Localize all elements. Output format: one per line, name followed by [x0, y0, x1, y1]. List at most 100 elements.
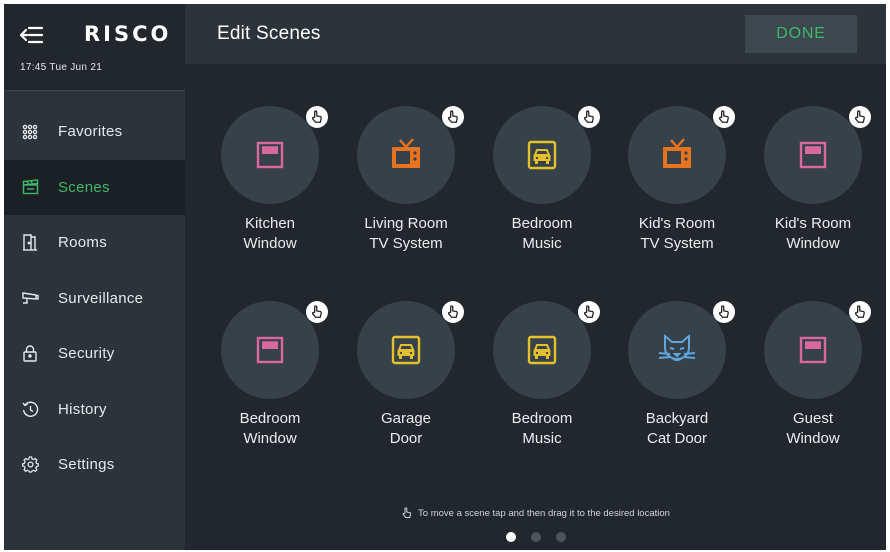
drag-handle-icon[interactable]: [713, 301, 735, 323]
scene-name: Kid's Room TV System: [608, 214, 746, 254]
scene-name-line: Living Room: [364, 215, 448, 232]
scene-tile[interactable]: Bedroom Window: [201, 259, 337, 447]
camera-icon: [21, 289, 39, 307]
edit-scenes-screen: RISCO 17:45 Tue Jun 21 Favorites Scenes …: [4, 4, 886, 550]
grid-icon: [21, 123, 39, 141]
hand-pointer-icon: [401, 507, 413, 519]
car-icon: [390, 334, 422, 366]
scene-name: Guest Window: [744, 409, 882, 449]
scene-icon-circle[interactable]: [357, 301, 455, 399]
scene-name-line: Bedroom: [511, 410, 573, 427]
tv-icon: [659, 137, 695, 173]
scene-name: Living Room TV System: [337, 214, 475, 254]
sidebar-item-scenes[interactable]: Scenes: [4, 159, 185, 215]
page-title: Edit Scenes: [217, 23, 321, 44]
sidebar-item-history[interactable]: History: [4, 382, 185, 438]
car-icon: [526, 334, 558, 366]
scene-name: Kitchen Window: [201, 214, 339, 254]
scene-icon-circle[interactable]: [764, 106, 862, 204]
lock-icon: [21, 345, 39, 363]
scene-tile[interactable]: Kid's Room TV System: [608, 64, 744, 252]
scene-tile[interactable]: Kitchen Window: [201, 64, 337, 252]
scene-name: Kid's Room Window: [744, 214, 882, 254]
page-dot[interactable]: [505, 532, 516, 542]
drag-handle-icon[interactable]: [578, 106, 600, 128]
page-dot[interactable]: [530, 532, 541, 542]
scene-tile[interactable]: Bedroom Music: [473, 64, 609, 252]
scene-tile[interactable]: Guest Window: [744, 259, 880, 447]
scene-icon-circle[interactable]: [221, 106, 319, 204]
drag-handle-icon[interactable]: [442, 106, 464, 128]
scene-tile[interactable]: Living Room TV System: [337, 64, 473, 252]
scene-name-line: Music: [522, 430, 562, 447]
sidebar-item-rooms[interactable]: Rooms: [4, 215, 185, 271]
window-icon: [798, 140, 828, 170]
sidebar: RISCO 17:45 Tue Jun 21 Favorites Scenes …: [4, 4, 185, 550]
scene-name-line: Window: [786, 235, 840, 252]
done-button[interactable]: DONE: [745, 15, 857, 53]
scene-name: Bedroom Music: [473, 409, 611, 449]
scene-name-line: Window: [786, 430, 840, 447]
scene-name-line: Bedroom: [511, 215, 573, 232]
window-icon: [255, 140, 285, 170]
scene-icon-circle[interactable]: [628, 301, 726, 399]
back-menu-icon[interactable]: [18, 22, 46, 48]
clapperboard-icon: [21, 178, 39, 196]
scene-icon-circle[interactable]: [493, 106, 591, 204]
sidebar-item-favorites[interactable]: Favorites: [4, 104, 185, 160]
scene-tile[interactable]: Kid's Room Window: [744, 64, 880, 252]
sidebar-nav: Favorites Scenes Rooms Surveillance Secu…: [4, 104, 185, 493]
scenes-grid: Kitchen Window Living Room TV System Bedroom…: [185, 64, 886, 494]
scene-icon-circle[interactable]: [628, 106, 726, 204]
scene-name: Garage Door: [337, 409, 475, 449]
drag-handle-icon[interactable]: [849, 106, 871, 128]
drag-handle-icon[interactable]: [713, 106, 735, 128]
drag-handle-icon[interactable]: [849, 301, 871, 323]
scene-name-line: Garage: [380, 410, 432, 427]
hint-text: To move a scene tap and then drag it to …: [418, 507, 670, 519]
scene-name-line: Kid's Room: [638, 215, 716, 232]
sidebar-item-settings[interactable]: Settings: [4, 437, 185, 493]
scene-name-line: Kid's Room: [774, 215, 852, 232]
scene-icon-circle[interactable]: [493, 301, 591, 399]
tv-icon: [388, 137, 424, 173]
scene-name-line: Door: [389, 430, 423, 447]
sidebar-item-label: History: [58, 400, 107, 418]
car-icon: [526, 139, 558, 171]
scene-name-line: Window: [243, 235, 297, 252]
drag-hint: To move a scene tap and then drag it to …: [185, 507, 886, 519]
scene-tile[interactable]: Garage Door: [337, 259, 473, 447]
scene-name: Backyard Cat Door: [608, 409, 746, 449]
window-icon: [255, 335, 285, 365]
scene-name-line: Kitchen: [244, 215, 296, 232]
scene-icon-circle[interactable]: [221, 301, 319, 399]
sidebar-item-label: Favorites: [58, 123, 123, 141]
drag-handle-icon[interactable]: [306, 301, 328, 323]
scene-icon-circle[interactable]: [764, 301, 862, 399]
gear-icon: [21, 456, 39, 474]
sidebar-item-label: Surveillance: [58, 289, 144, 307]
scene-name-line: Music: [522, 235, 562, 252]
date-time: 17:45 Tue Jun 21: [20, 62, 103, 73]
drag-handle-icon[interactable]: [442, 301, 464, 323]
scene-name-line: Bedroom: [239, 410, 301, 427]
history-icon: [21, 400, 39, 418]
scene-tile[interactable]: Bedroom Music: [473, 259, 609, 447]
scene-name-line: Guest: [792, 410, 834, 427]
sidebar-item-label: Settings: [58, 456, 115, 474]
sidebar-item-security[interactable]: Security: [4, 326, 185, 382]
scene-icon-circle[interactable]: [357, 106, 455, 204]
scene-tile[interactable]: Backyard Cat Door: [608, 259, 744, 447]
drag-handle-icon[interactable]: [578, 301, 600, 323]
sidebar-header: RISCO 17:45 Tue Jun 21: [4, 4, 185, 91]
page-dot[interactable]: [555, 532, 566, 542]
drag-handle-icon[interactable]: [306, 106, 328, 128]
sidebar-item-label: Security: [58, 345, 115, 363]
door-icon: [21, 234, 39, 252]
sidebar-item-surveillance[interactable]: Surveillance: [4, 271, 185, 327]
scene-name-line: TV System: [640, 235, 714, 252]
sidebar-item-label: Scenes: [58, 178, 110, 196]
page-indicator: [185, 532, 886, 542]
divider: [4, 90, 185, 91]
scene-name: Bedroom Window: [201, 409, 339, 449]
